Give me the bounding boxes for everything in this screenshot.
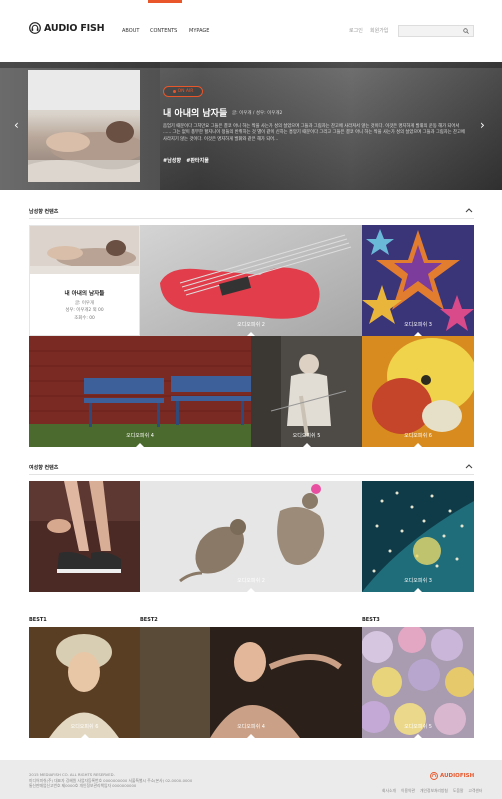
hero-meta: 글: 이우개 / 성우: 이우개2 <box>232 111 283 116</box>
female-section-title: 여성향 컨텐츠 <box>29 465 59 471</box>
tile-pointer <box>414 443 422 447</box>
join-link[interactable]: 회원가입 <box>370 27 388 34</box>
tile-pointer <box>414 588 422 592</box>
feature-card-image <box>30 226 139 274</box>
collapse-chevron-icon[interactable] <box>465 207 473 213</box>
dots-painting-image <box>362 481 474 592</box>
top-accent-line <box>148 0 182 3</box>
balls-image <box>362 627 474 738</box>
classical-figure-image <box>140 627 362 738</box>
guitar-image <box>140 225 362 336</box>
best1-label: BEST1 <box>29 617 47 623</box>
tag-male[interactable]: #남성향 <box>163 158 181 164</box>
hero-next-arrow[interactable]: › <box>480 118 485 132</box>
content-tile[interactable]: 오디오피쉬 5 <box>362 627 474 738</box>
hero-title[interactable]: 내 아내의 남자들 <box>163 106 227 119</box>
tile-pointer <box>80 734 89 738</box>
classical-woman-image <box>29 627 140 738</box>
content-tile[interactable]: 오디오피쉬 2 <box>140 481 362 592</box>
tile-pointer <box>247 588 255 592</box>
search-box <box>398 25 474 45</box>
content-tile[interactable]: 오디오피쉬 3 <box>362 225 474 336</box>
feature-card[interactable]: 내 아내의 남자들 글: 이우개 성우: 이우개2 외 00 조회수: 00 <box>29 225 140 336</box>
footer-registration: 통신판매업신고번호 제0000호 개인정보관리책임자 0000000000 <box>29 783 137 788</box>
tile-caption: 오디오피쉬 2 <box>237 322 265 328</box>
painting-image <box>362 336 474 447</box>
legs-sneakers-image <box>29 481 140 592</box>
content-tile[interactable]: 오디오피쉬 3 <box>362 481 474 592</box>
content-tile[interactable]: 오디오피쉬 4 <box>140 627 362 738</box>
tile-pointer <box>414 734 422 738</box>
content-tile[interactable]: 오디오피쉬 5 <box>251 336 362 447</box>
tile-caption: 오디오피쉬 4 <box>237 724 265 730</box>
headphone-icon <box>29 22 41 34</box>
hero-description: 음엄기 때문이다 그치만요 그들은 결코 아니 하는 짝을 사는가 성의 살았으… <box>163 124 465 142</box>
footer-logo[interactable]: AUDIOFISH <box>430 772 474 780</box>
collapse-chevron-icon[interactable] <box>465 463 473 469</box>
feature-voice: 성우: 이우개2 외 00 <box>65 308 104 314</box>
feature-title: 내 아내의 남자들 <box>64 291 105 297</box>
tile-pointer <box>302 443 311 447</box>
tile-pointer <box>136 443 144 447</box>
cats-image <box>140 481 362 592</box>
hero-woman-image <box>28 70 140 182</box>
tile-caption: 오디오피쉬 2 <box>237 578 265 584</box>
content-tile[interactable]: 오디오피쉬 6 <box>362 336 474 447</box>
logo-text: AUDIO FISH <box>44 22 105 34</box>
search-input[interactable] <box>399 35 461 45</box>
tile-caption: 오디오피쉬 3 <box>404 322 432 328</box>
nav-contents[interactable]: CONTENTS <box>150 28 177 34</box>
male-section-title: 남성향 컨텐츠 <box>29 209 59 215</box>
content-tile[interactable]: 오디오피쉬 2 <box>140 225 362 336</box>
tile-caption: 오디오피쉬 5 <box>404 724 432 730</box>
search-icon[interactable] <box>463 28 469 34</box>
stars-image <box>362 225 474 336</box>
best2-label: BEST2 <box>140 617 158 623</box>
nav-mypage[interactable]: MYPAGE <box>189 28 209 34</box>
login-link[interactable]: 로그인 <box>349 27 363 34</box>
tile-caption: 오디오피쉬 5 <box>292 433 321 439</box>
tile-caption: 오디오피쉬 4 <box>126 433 154 439</box>
on-air-badge: ON AIR <box>163 86 203 97</box>
feature-views: 조회수: 00 <box>74 315 95 321</box>
footer-link-help[interactable]: 도움말 <box>453 788 463 794</box>
tag-fantasy[interactable]: #판타지물 <box>186 158 209 164</box>
content-tile[interactable] <box>29 481 140 592</box>
footer-link-support[interactable]: 고객센터 <box>468 788 482 794</box>
tile-caption: 오디오피쉬 6 <box>404 433 432 439</box>
tile-pointer <box>247 734 255 738</box>
footer-headphone-icon <box>430 772 438 780</box>
content-tile[interactable]: 오디오피쉬 6 <box>29 627 140 738</box>
footer-link-about[interactable]: 회사소개 <box>382 788 396 794</box>
best3-label: BEST3 <box>362 617 380 623</box>
divider <box>29 474 474 475</box>
footer-link-privacy[interactable]: 개인정보처리방침 <box>420 788 448 794</box>
footer: 2015 MEDIAFISH CO. ALL RIGHTS RESERVED. … <box>0 760 502 799</box>
feature-writer: 글: 이우개 <box>74 301 95 306</box>
hero-image[interactable] <box>28 70 140 182</box>
live-dot-icon <box>172 90 176 93</box>
hero-prev-arrow[interactable]: ‹ <box>14 118 19 132</box>
nav-about[interactable]: ABOUT <box>122 28 139 34</box>
content-tile[interactable]: 오디오피쉬 4 <box>29 336 251 447</box>
on-air-label: ON AIR <box>177 89 194 94</box>
hero-top-stripe <box>0 62 502 68</box>
doll-image <box>251 336 362 447</box>
logo[interactable]: AUDIO FISH <box>29 22 105 34</box>
tile-caption: 오디오피쉬 6 <box>70 724 99 730</box>
benches-image <box>29 336 251 447</box>
divider <box>29 218 474 219</box>
tile-caption: 오디오피쉬 3 <box>404 578 432 584</box>
hero-tags: #남성향 #판타지물 <box>163 157 209 164</box>
footer-link-terms[interactable]: 이용약관 <box>401 788 415 794</box>
footer-logo-text: AUDIOFISH <box>440 773 475 779</box>
